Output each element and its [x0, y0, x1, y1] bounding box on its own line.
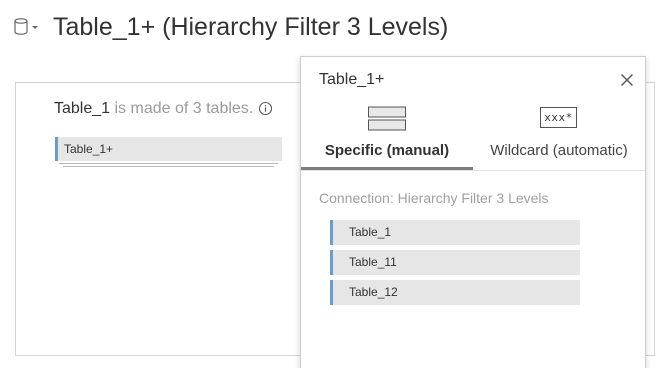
close-icon[interactable]	[619, 72, 635, 88]
connection-table-item[interactable]: Table_12	[330, 280, 580, 305]
connection-table-item[interactable]: Table_11	[330, 250, 580, 275]
tab-label: Specific (manual)	[324, 142, 450, 159]
chevron-down-icon	[32, 26, 38, 29]
selected-tab-indicator	[301, 167, 473, 170]
data-source-page: Table_1+ (Hierarchy Filter 3 Levels) Tab…	[0, 0, 655, 368]
popup-title: Table_1+	[319, 71, 385, 88]
wildcard-icon: xxx*	[540, 107, 577, 128]
logical-table-pill[interactable]: Table_1+	[55, 137, 282, 161]
table-union-popup: Table_1+ Specific (manual) xxx* Wildcard…	[300, 56, 646, 368]
stack-shadow-line	[63, 166, 274, 167]
page-title[interactable]: Table_1+ (Hierarchy Filter 3 Levels)	[53, 10, 448, 44]
datasource-cylinder-icon	[14, 18, 38, 35]
stack-shadow-line	[59, 163, 278, 164]
stacked-tables-icon	[368, 106, 406, 131]
datasource-menu[interactable]	[13, 17, 41, 37]
summary-table-name: Table_1	[54, 100, 111, 117]
connection-label: Connection: Hierarchy Filter 3 Levels	[319, 190, 549, 206]
tab-wildcard-automatic[interactable]: xxx* Wildcard (automatic)	[473, 101, 645, 171]
tab-divider	[301, 170, 645, 171]
tab-specific-manual[interactable]: Specific (manual)	[301, 101, 473, 171]
info-icon[interactable]	[258, 101, 273, 116]
table-summary: Table_1 is made of 3 tables.	[54, 99, 253, 119]
summary-description: is made of 3 tables.	[110, 100, 254, 117]
tab-label: Wildcard (automatic)	[490, 142, 628, 159]
connection-table-item[interactable]: Table_1	[330, 220, 580, 245]
